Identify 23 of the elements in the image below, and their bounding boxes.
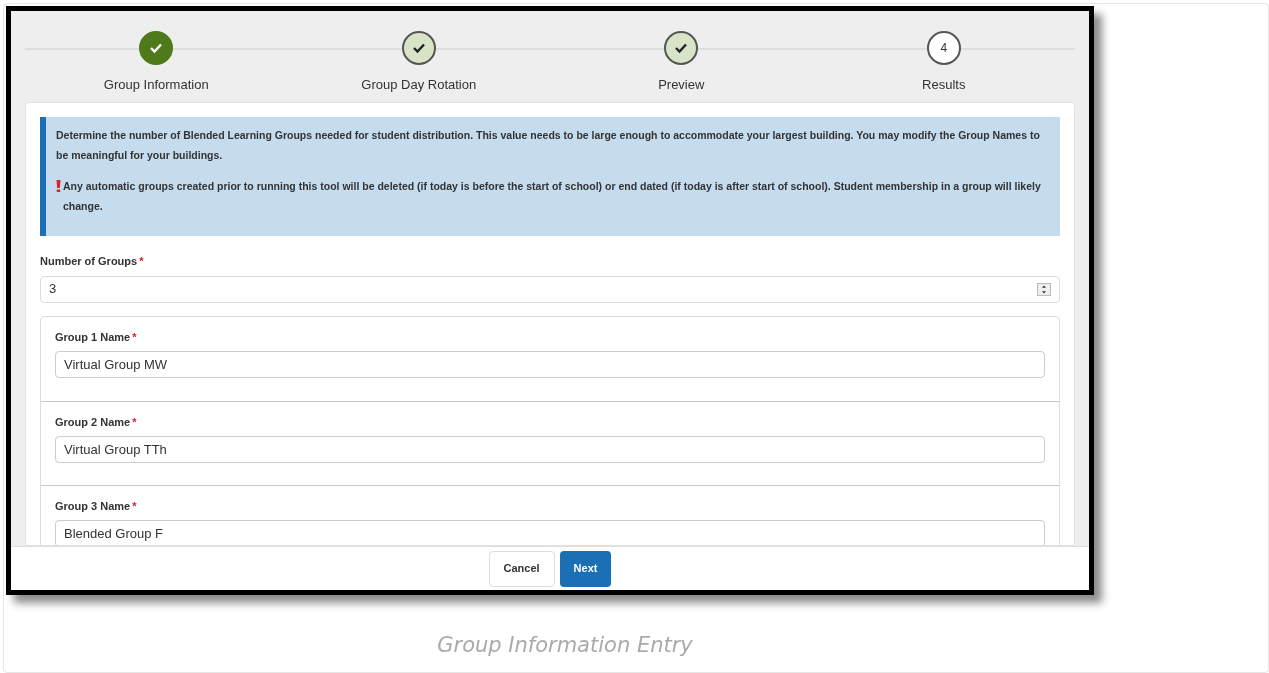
- wizard-step-tab[interactable]: Group Information: [25, 11, 288, 102]
- cancel-button[interactable]: Cancel: [488, 550, 555, 587]
- figure-caption: Group Information Entry: [437, 633, 693, 657]
- required-mark: *: [132, 498, 137, 514]
- name-field[interactable]: Virtual Group MW: [55, 351, 1045, 378]
- wizard-step-tab[interactable]: Preview: [550, 11, 813, 102]
- required-mark: *: [132, 414, 137, 430]
- spinner-icon[interactable]: [1037, 282, 1051, 296]
- number-field[interactable]: 3: [40, 275, 1060, 303]
- alert-icon: [56, 180, 61, 192]
- wizard-step-tab[interactable]: 4 Results: [812, 11, 1075, 102]
- required-mark: *: [139, 254, 144, 269]
- wizard-step-tab[interactable]: Group Day Rotation: [287, 11, 550, 102]
- field-label: Group 1 Name: [55, 329, 131, 345]
- field-label: Group 2 Name: [55, 414, 131, 430]
- warning-text: Any automatic groups created prior to running this tool will be deleted (if today is before the start of school) or end dated (if today is after start of school). Student membership in a group will likely change.: [63, 179, 1042, 214]
- name-field[interactable]: Virtual Group TTh: [55, 436, 1045, 463]
- info-text: Determine the number of Blended Learning Groups needed for student distribution. This value needs to be large enough to accommodate your largest building. You may modify the Group Names to be meaningful for your buildings.: [56, 128, 1041, 163]
- next-button[interactable]: Next: [559, 550, 612, 587]
- step-number: 4: [926, 31, 961, 65]
- field-label: Number of Groups: [40, 254, 138, 269]
- required-mark: *: [132, 329, 137, 345]
- field-label: Group 3 Name: [55, 498, 131, 514]
